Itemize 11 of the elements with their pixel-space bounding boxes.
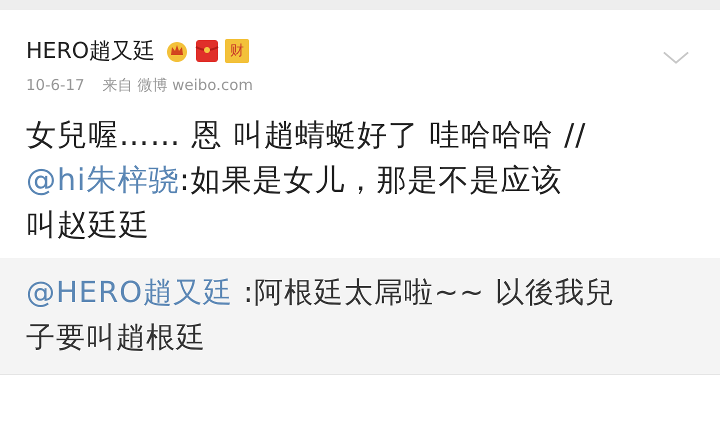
chevron-down-icon[interactable]: [662, 50, 690, 66]
post-text: 女兒喔…… 恩 叫趙蜻蜓好了 哇哈哈哈 // @hi朱梓骁:如果是女儿，那是不是应该 叫赵廷廷: [26, 117, 588, 245]
crown-badge-icon: [165, 39, 190, 63]
repost-text: @HERO趙又廷 :阿根廷太屌啦~~ 以後我兒 子要叫趙根廷: [26, 274, 616, 356]
envelope-icon: [195, 39, 220, 63]
fortune-badge: 财: [225, 39, 250, 63]
author-name[interactable]: HERO趙又廷: [26, 36, 156, 66]
mention-link[interactable]: @hi朱梓骁: [26, 163, 180, 198]
mention-link[interactable]: @HERO趙又廷: [26, 275, 234, 309]
post-date: 10-6-17: [26, 76, 85, 95]
post-source: 来自 微博 weibo.com: [102, 76, 253, 95]
